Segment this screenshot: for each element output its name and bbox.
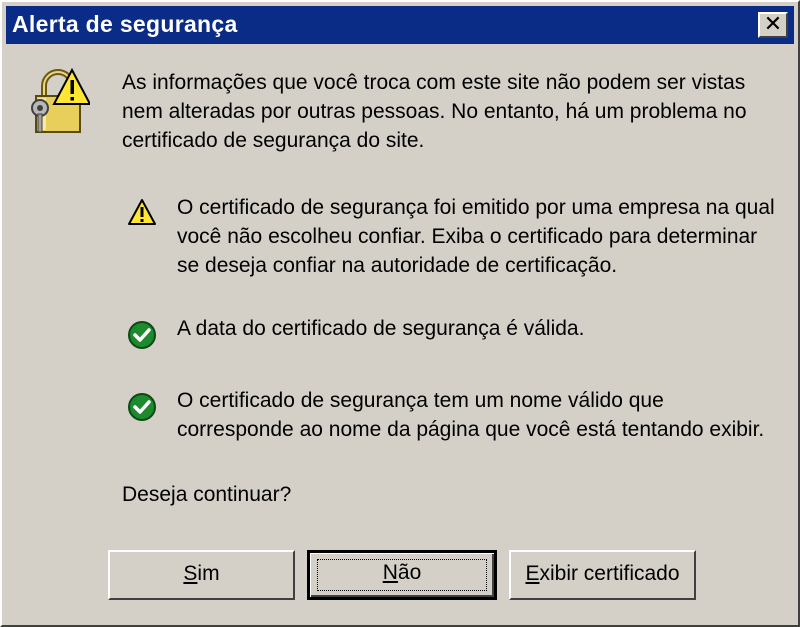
continue-question: Deseja continuar? (122, 483, 292, 506)
certificate-issuer-warning: O certificado de segurança foi emitido p… (177, 196, 775, 277)
check-icon (128, 321, 156, 349)
certificate-name-valid: O certificado de segurança tem um nome v… (177, 389, 765, 441)
yes-mnemonic: S (183, 562, 198, 585)
intro-text: As informações que você troca com este s… (122, 71, 747, 152)
yes-label: im (197, 562, 220, 585)
dialog-title: Alerta de segurança (12, 11, 238, 37)
security-alert-dialog: Alerta de segurança ✕ As informações que… (0, 0, 800, 627)
title-bar[interactable]: Alerta de segurança ✕ (6, 6, 794, 44)
focus-rectangle (317, 559, 487, 591)
certificate-date-valid: A data do certificado de segurança é vál… (177, 317, 585, 340)
yes-button[interactable]: Sim (108, 550, 295, 600)
cert-mnemonic: E (525, 562, 540, 585)
lock-warning-icon (31, 67, 90, 133)
close-button[interactable]: ✕ (758, 12, 788, 38)
check-icon (128, 393, 156, 421)
close-icon: ✕ (763, 11, 783, 36)
cert-label: xibir certificado (539, 562, 680, 585)
warning-icon (128, 199, 156, 225)
no-button[interactable]: Não (307, 550, 497, 600)
view-certificate-button[interactable]: Exibir certificado (509, 550, 696, 600)
